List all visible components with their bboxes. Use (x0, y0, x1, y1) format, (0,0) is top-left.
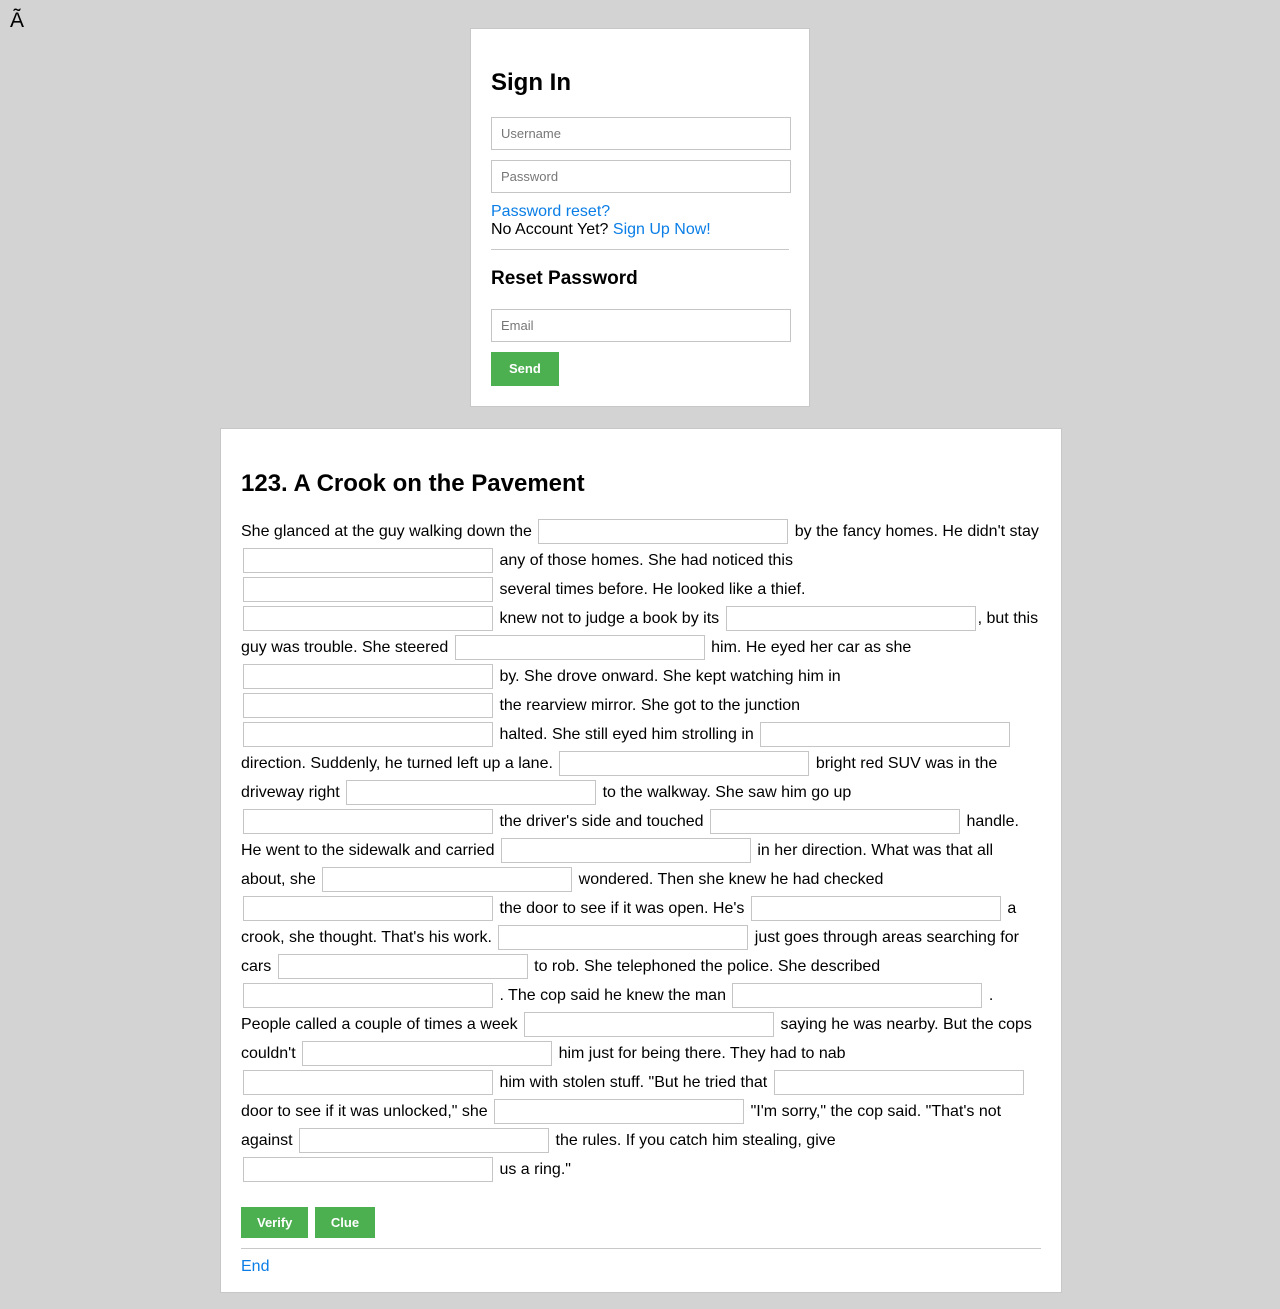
story-segment: the door to see if it was open. He's (499, 900, 745, 917)
reset-password-title: Reset Password (491, 267, 638, 289)
blank-input-28[interactable] (299, 1128, 550, 1154)
blank-input-10[interactable] (760, 722, 1011, 748)
sign-up-link[interactable]: Sign Up Now! (613, 221, 711, 238)
email-input[interactable] (491, 308, 791, 342)
sign-in-title: Sign In (491, 69, 571, 96)
account-links: Password reset? No Account Yet? Sign Up … (491, 203, 789, 239)
blank-input-6[interactable] (454, 635, 705, 661)
story-segment: any of those homes. She had noticed this (499, 552, 793, 569)
blank-input-1[interactable] (538, 519, 789, 545)
blank-input-21[interactable] (243, 983, 493, 1009)
password-reset-link[interactable]: Password reset? (491, 203, 610, 220)
story-segment: She glanced at the guy walking down the (241, 523, 532, 540)
blank-input-3[interactable] (243, 577, 493, 603)
login-divider (491, 248, 789, 250)
blank-input-13[interactable] (243, 809, 493, 835)
blank-input-4[interactable] (243, 606, 493, 632)
blank-input-12[interactable] (346, 780, 597, 806)
story-divider (241, 1248, 1041, 1249)
story-title: 123. A Crook on the Pavement (241, 470, 585, 497)
blank-input-26[interactable] (773, 1070, 1024, 1096)
story-segment: the rearview mirror. She got to the junc… (499, 697, 801, 714)
blank-input-11[interactable] (559, 751, 810, 777)
corner-glyph: Ã (10, 9, 25, 32)
story-segment: him. He eyed her car as she (711, 639, 912, 656)
story-segment: to the walkway. She saw him go up (602, 784, 852, 801)
blank-input-5[interactable] (725, 606, 976, 632)
blank-input-19[interactable] (498, 925, 749, 951)
blank-input-8[interactable] (243, 693, 493, 719)
story-segment: wondered. Then she knew he had checked (578, 871, 884, 888)
blank-input-29[interactable] (243, 1157, 493, 1183)
story-segment: to rob. She telephoned the police. She d… (534, 958, 881, 975)
blank-input-22[interactable] (732, 983, 983, 1009)
blank-input-16[interactable] (322, 867, 573, 893)
blank-input-25[interactable] (243, 1070, 493, 1096)
story-segment: him with stolen stuff. "But he tried tha… (499, 1074, 768, 1091)
blank-input-14[interactable] (709, 809, 960, 835)
story-segment: knew not to judge a book by its (499, 610, 720, 627)
username-input[interactable] (491, 116, 791, 150)
blank-input-9[interactable] (243, 722, 493, 748)
story-text: She glanced at the guy walking down the … (241, 517, 1041, 1184)
blank-input-2[interactable] (243, 548, 493, 574)
story-segment: halted. She still eyed him strolling in (499, 726, 754, 743)
story-actions: Verify Clue (241, 1207, 1041, 1238)
story-segment: the driver's side and touched (499, 813, 704, 830)
story-segment: by. She drove onward. She kept watching … (499, 668, 841, 685)
end-link[interactable]: End (241, 1258, 269, 1276)
blank-input-27[interactable] (494, 1099, 745, 1125)
clue-button[interactable]: Clue (314, 1207, 376, 1238)
blank-input-7[interactable] (243, 664, 493, 690)
blank-input-18[interactable] (750, 896, 1001, 922)
story-segment: the rules. If you catch him stealing, gi… (555, 1132, 836, 1149)
blank-input-15[interactable] (500, 838, 751, 864)
story-segment: several times before. He looked like a t… (499, 581, 806, 598)
verify-button[interactable]: Verify (241, 1207, 309, 1238)
story-segment: door to see if it was unlocked," she (241, 1103, 488, 1120)
story-segment: us a ring." (499, 1161, 571, 1178)
no-account-text: No Account Yet? (491, 220, 609, 238)
blank-input-24[interactable] (302, 1041, 553, 1067)
blank-input-20[interactable] (277, 954, 528, 980)
story-segment: direction. Suddenly, he turned left up a… (241, 755, 553, 772)
sign-in-panel: Sign In Password reset? No Account Yet? … (470, 28, 810, 407)
story-segment: . The cop said he knew the man (499, 987, 726, 1004)
story-segment: by the fancy homes. He didn't stay (794, 523, 1039, 540)
blank-input-23[interactable] (524, 1012, 775, 1038)
story-exercise-panel: 123. A Crook on the Pavement She glanced… (220, 428, 1062, 1293)
send-button[interactable]: Send (491, 351, 559, 386)
blank-input-17[interactable] (243, 896, 493, 922)
password-input[interactable] (491, 159, 791, 193)
story-segment: him just for being there. They had to na… (558, 1045, 846, 1062)
